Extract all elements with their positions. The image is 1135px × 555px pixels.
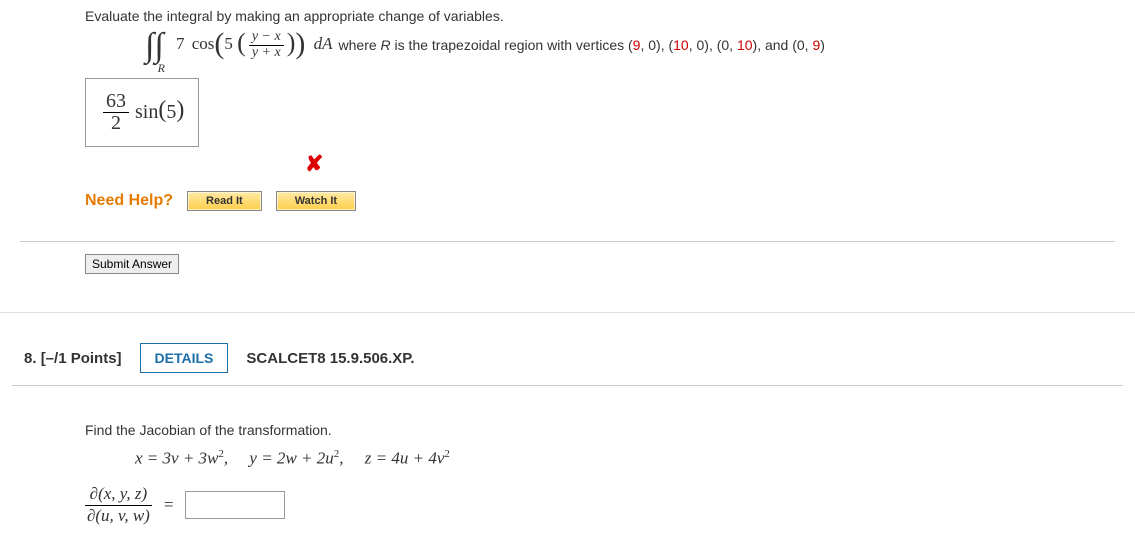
q8-equations: x = 3v + 3w2, y = 2w + 2u2, z = 4u + 4v2 <box>135 448 1115 469</box>
details-button[interactable]: DETAILS <box>140 343 229 373</box>
submit-answer-button[interactable]: Submit Answer <box>85 254 179 274</box>
need-help-label: Need Help? <box>85 192 173 210</box>
watch-it-button[interactable]: Watch It <box>276 191 356 211</box>
incorrect-icon: ✘ <box>305 151 1115 177</box>
q7-submitted-answer: 632 sin (5) <box>85 78 199 147</box>
jacobian-answer-input[interactable] <box>185 491 285 519</box>
q8-header: 8. [–/1 Points] DETAILS SCALCET8 15.9.50… <box>12 343 1123 386</box>
jacobian-fraction: ∂(x, y, z) ∂(u, v, w) <box>85 485 152 525</box>
q7-integral-expression: ∫∫R 7 cos(5 (y − xy + x)) dA where R is … <box>145 30 1115 60</box>
q8-number: 8. <box>24 350 37 367</box>
read-it-button[interactable]: Read It <box>187 191 262 211</box>
q8-reference: SCALCET8 15.9.506.XP. <box>246 350 414 367</box>
q8-points: [–/1 Points] <box>41 350 122 367</box>
q7-prompt: Evaluate the integral by making an appro… <box>85 0 1115 24</box>
q8-prompt: Find the Jacobian of the transformation. <box>85 414 1115 438</box>
